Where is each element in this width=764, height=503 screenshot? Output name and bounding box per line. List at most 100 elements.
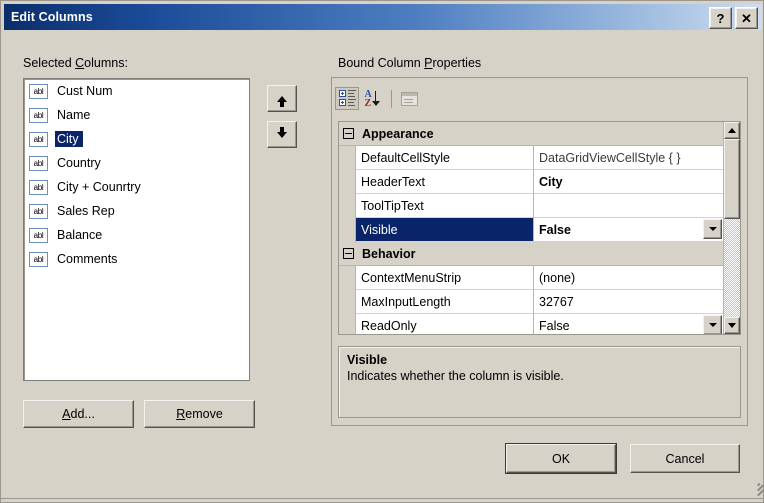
property-name-cell[interactable]: ContextMenuStrip xyxy=(356,266,534,290)
list-item-label: Sales Rep xyxy=(57,204,115,218)
property-row[interactable]: HeaderText City xyxy=(339,170,723,194)
property-value-text: DataGridViewCellStyle { } xyxy=(539,150,681,165)
abl-icon: abl xyxy=(29,227,48,243)
abl-icon: abl xyxy=(29,107,48,123)
property-row[interactable]: ContextMenuStrip (none) xyxy=(339,266,723,290)
selected-columns-label-accel: C xyxy=(75,56,85,70)
move-up-button[interactable] xyxy=(267,85,297,112)
property-name-cell[interactable]: DefaultCellStyle xyxy=(356,146,534,170)
arrow-down-icon xyxy=(277,126,287,138)
help-button[interactable]: ? xyxy=(709,7,732,29)
categorized-view-button[interactable] xyxy=(335,87,359,110)
property-category-label: Behavior xyxy=(362,246,416,261)
remove-button[interactable]: Remove xyxy=(144,400,255,428)
list-item[interactable]: abl Cust Num xyxy=(24,79,249,103)
property-row[interactable]: DefaultCellStyle DataGridViewCellStyle { … xyxy=(339,146,723,170)
collapse-icon[interactable] xyxy=(343,248,354,259)
bound-props-label-accel: P xyxy=(424,56,433,70)
property-value-text: (none) xyxy=(539,270,576,285)
chevron-down-icon[interactable] xyxy=(703,315,722,334)
bound-props-label-prefix: Bound Column xyxy=(338,56,425,70)
property-name-cell[interactable]: MaxInputLength xyxy=(356,290,534,314)
property-category-label: Appearance xyxy=(362,126,434,141)
bound-column-properties-label: Bound Column Properties xyxy=(338,56,481,70)
property-value-text: False xyxy=(539,318,570,333)
property-value-cell[interactable]: False xyxy=(534,314,723,334)
property-row-gutter xyxy=(339,218,356,242)
scroll-up-button[interactable] xyxy=(724,122,740,139)
alphabetical-sort-icon: A Z xyxy=(364,89,383,109)
title-bar[interactable]: Edit Columns ? ✕ xyxy=(4,4,762,30)
list-item-label: City + Counrtry xyxy=(57,180,141,194)
selected-columns-listbox[interactable]: abl Cust Num abl Name abl City abl Country abl Ci… xyxy=(23,78,250,381)
toolbar-separator xyxy=(391,89,392,108)
list-item[interactable]: abl Name xyxy=(24,103,249,127)
property-row[interactable]: ReadOnly False xyxy=(339,314,723,334)
property-name-cell[interactable]: ReadOnly xyxy=(356,314,534,334)
selected-columns-label-suffix: olumns: xyxy=(84,56,128,70)
remove-button-accel: R xyxy=(176,407,186,421)
property-pages-button[interactable] xyxy=(397,87,421,110)
property-row-gutter xyxy=(339,266,356,290)
property-grid-rows: Appearance DefaultCellStyle DataGridViewCe… xyxy=(339,122,723,334)
categorized-view-icon xyxy=(338,90,356,107)
abl-icon: abl xyxy=(29,155,48,171)
ok-button[interactable]: OK xyxy=(506,444,616,473)
description-title: Visible xyxy=(347,353,388,367)
property-value-text: 32767 xyxy=(539,294,574,309)
list-item-label: Country xyxy=(57,156,101,170)
property-grid-toolbar: A Z xyxy=(332,85,747,112)
chevron-down-icon[interactable] xyxy=(703,219,722,239)
selected-columns-label-prefix: Selected xyxy=(23,56,76,70)
list-item[interactable]: abl Comments xyxy=(24,247,249,271)
sort-icon-letter-z: Z xyxy=(364,97,372,109)
property-value-cell[interactable]: DataGridViewCellStyle { } xyxy=(534,146,723,170)
scrollbar-thumb[interactable] xyxy=(724,139,740,219)
list-item[interactable]: abl Country xyxy=(24,151,249,175)
property-value-cell[interactable]: False xyxy=(534,218,723,242)
alphabetical-sort-button[interactable]: A Z xyxy=(361,87,385,110)
property-grid[interactable]: Appearance DefaultCellStyle DataGridViewCe… xyxy=(338,121,741,335)
property-row[interactable]: MaxInputLength 32767 xyxy=(339,290,723,314)
list-item-label: Name xyxy=(57,108,91,122)
dialog-title: Edit Columns xyxy=(11,10,93,24)
list-item[interactable]: abl Balance xyxy=(24,223,249,247)
property-value-cell[interactable]: (none) xyxy=(534,266,723,290)
property-category-row[interactable]: Appearance xyxy=(339,122,723,146)
property-name-cell[interactable]: HeaderText xyxy=(356,170,534,194)
property-row[interactable]: Visible False xyxy=(339,218,723,242)
property-row[interactable]: ToolTipText xyxy=(339,194,723,218)
list-item[interactable]: abl City + Counrtry xyxy=(24,175,249,199)
add-button-accel: A xyxy=(62,407,71,421)
abl-icon: abl xyxy=(29,131,48,147)
description-text: Indicates whether the column is visible. xyxy=(347,369,564,383)
remove-button-suffix: emove xyxy=(185,407,223,421)
property-value-cell[interactable] xyxy=(534,194,723,218)
list-item[interactable]: abl Sales Rep xyxy=(24,199,249,223)
property-value-cell[interactable]: City xyxy=(534,170,723,194)
collapse-icon[interactable] xyxy=(343,128,354,139)
property-grid-scrollbar[interactable] xyxy=(723,122,740,334)
close-button[interactable]: ✕ xyxy=(735,7,758,29)
list-item-label: Cust Num xyxy=(57,84,113,98)
abl-icon: abl xyxy=(29,203,48,219)
property-name-cell[interactable]: Visible xyxy=(356,218,534,242)
property-row-gutter xyxy=(339,314,356,334)
title-bar-buttons: ? ✕ xyxy=(709,7,758,29)
move-down-button[interactable] xyxy=(267,121,297,148)
arrow-up-icon xyxy=(277,95,287,107)
property-row-gutter xyxy=(339,290,356,314)
add-button[interactable]: Add... xyxy=(23,400,134,428)
bound-props-label-suffix: roperties xyxy=(432,56,482,70)
scroll-down-button[interactable] xyxy=(724,317,740,334)
list-item[interactable]: abl City xyxy=(24,127,249,151)
property-row-gutter xyxy=(339,146,356,170)
property-category-row[interactable]: Behavior xyxy=(339,242,723,266)
cancel-button[interactable]: Cancel xyxy=(630,444,740,473)
property-value-cell[interactable]: 32767 xyxy=(534,290,723,314)
bottom-divider xyxy=(1,498,763,499)
property-value-text: False xyxy=(539,222,571,237)
resize-grip[interactable] xyxy=(746,482,763,498)
scrollbar-track[interactable] xyxy=(724,139,740,317)
property-name-cell[interactable]: ToolTipText xyxy=(356,194,534,218)
